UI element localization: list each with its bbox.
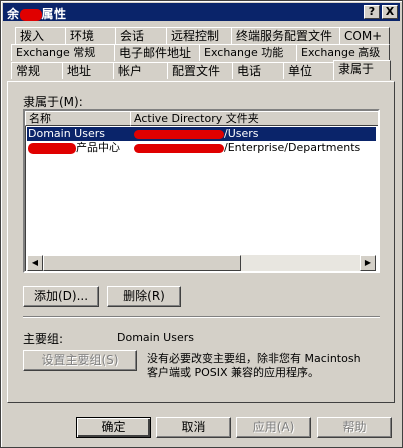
add-button[interactable]: 添加(D)...	[23, 286, 99, 307]
help-button[interactable]: 帮助	[317, 417, 392, 438]
member-of-label: 隶属于(M):	[23, 95, 83, 109]
redacted-name	[19, 8, 42, 21]
group-folder-suffix: /Enterprise/Departments	[224, 141, 361, 154]
tab-telephones[interactable]: 电话	[232, 62, 284, 79]
primary-group-value: Domain Users	[117, 331, 194, 344]
tab-sessions[interactable]: 会话	[115, 27, 167, 44]
primary-group-note-line2: 客户端或 POSIX 兼容的应用程序。	[147, 366, 320, 379]
apply-button[interactable]: 应用(A)	[236, 417, 311, 438]
column-header-folder[interactable]: Active Directory 文件夹	[130, 111, 378, 126]
title-prefix: 余	[7, 7, 20, 21]
properties-dialog: 余 属性 ? X 拨入 环境 会话 远程控制 终端服务配置文件 COM+ Exch…	[0, 0, 403, 448]
set-primary-group-button[interactable]: 设置主要组(S)	[23, 350, 137, 371]
tab-general[interactable]: 常规	[11, 62, 63, 79]
tab-terminal-services-profile[interactable]: 终端服务配置文件	[231, 27, 340, 44]
column-header-name[interactable]: 名称	[25, 111, 131, 126]
tab-address[interactable]: 地址	[62, 62, 114, 79]
group-name-suffix: 产品中心	[76, 141, 120, 154]
separator	[23, 316, 380, 318]
tab-remote-control[interactable]: 远程控制	[166, 27, 232, 44]
redacted-group-prefix	[28, 142, 76, 154]
ok-button[interactable]: 确定	[76, 417, 151, 438]
tab-email-addresses[interactable]: 电子邮件地址	[114, 44, 200, 61]
redacted-domain	[134, 143, 224, 153]
tab-account[interactable]: 帐户	[113, 62, 168, 79]
primary-group-label: 主要组:	[23, 332, 64, 346]
scroll-left-icon[interactable]: ◀	[27, 255, 43, 271]
group-folder-suffix: /Users	[224, 127, 259, 140]
tab-exchange-general[interactable]: Exchange 常规	[11, 44, 115, 61]
group-folder: /Users	[134, 127, 259, 141]
list-item[interactable]: 产品中心 /Enterprise/Departments	[27, 141, 376, 155]
close-title-button[interactable]: X	[382, 5, 398, 19]
redacted-domain	[134, 129, 224, 139]
group-name: 产品中心	[28, 141, 120, 155]
scroll-right-icon[interactable]: ▶	[360, 255, 376, 271]
list-item[interactable]: Domain Users /Users	[27, 127, 376, 141]
group-folder: /Enterprise/Departments	[134, 141, 360, 155]
tab-organization[interactable]: 单位	[283, 62, 334, 79]
tab-com-plus[interactable]: COM+	[339, 27, 390, 44]
tab-profile[interactable]: 配置文件	[167, 62, 233, 79]
member-of-list[interactable]: 名称 Active Directory 文件夹 Domain Users /Us…	[23, 109, 380, 273]
window-title: 余 属性	[7, 5, 67, 22]
horizontal-scrollbar[interactable]: ◀ ▶	[27, 255, 376, 271]
tab-member-of[interactable]: 隶属于	[333, 60, 391, 80]
remove-button[interactable]: 删除(R)	[107, 286, 181, 307]
tab-dialin[interactable]: 拨入	[15, 27, 66, 44]
tab-exchange-features[interactable]: Exchange 功能	[199, 44, 297, 61]
tab-exchange-advanced[interactable]: Exchange 高级	[296, 44, 390, 61]
title-suffix: 属性	[41, 7, 67, 21]
scroll-thumb[interactable]	[43, 255, 241, 271]
tab-environment[interactable]: 环境	[65, 27, 116, 44]
title-bar[interactable]: 余 属性 ? X	[3, 3, 400, 21]
cancel-button[interactable]: 取消	[156, 417, 231, 438]
help-title-button[interactable]: ?	[364, 5, 380, 19]
group-name: Domain Users	[28, 127, 105, 140]
